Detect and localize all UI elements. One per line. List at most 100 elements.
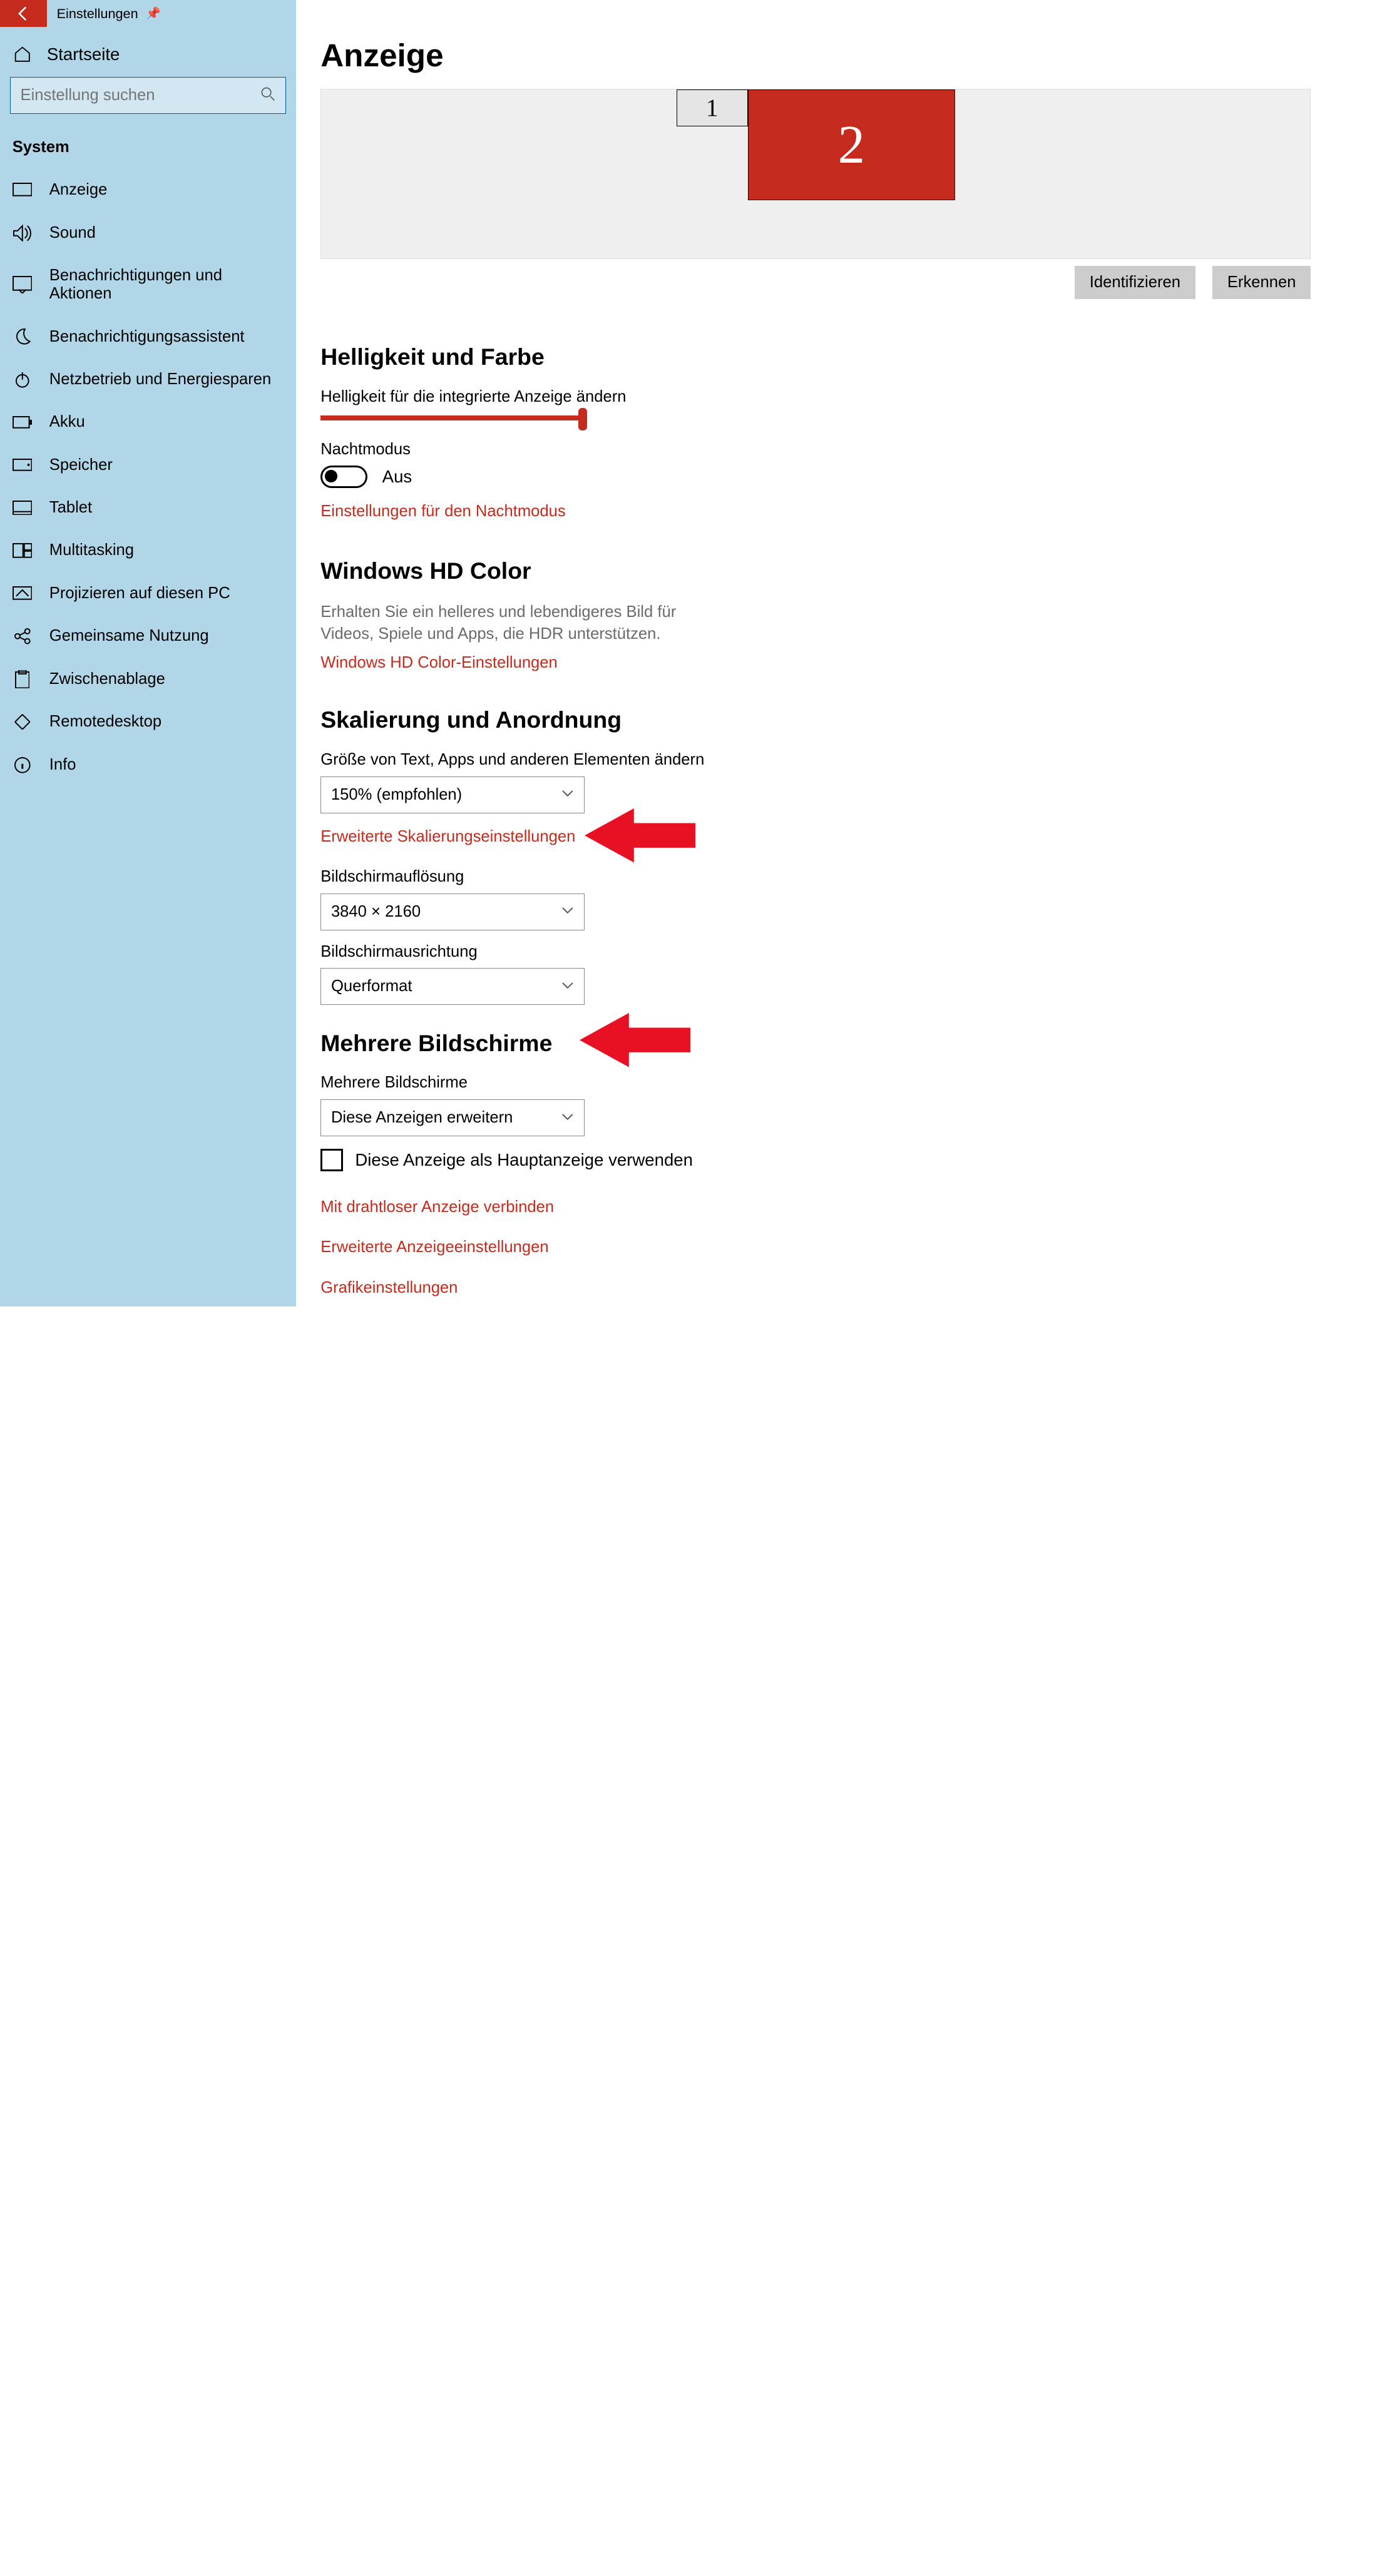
sidebar-item-label: Sound [49,224,96,242]
night-mode-toggle[interactable] [320,466,367,487]
sidebar-item-label: Remotedesktop [49,713,161,731]
titlebar: Einstellungen 📌 [0,0,296,27]
sidebar-item-tablet[interactable]: Tablet [0,486,296,529]
power-icon [13,371,33,389]
pin-icon[interactable]: 📌 [145,6,161,21]
home-label: Startseite [47,44,120,64]
resolution-dropdown[interactable]: 3840 × 2160 [320,893,585,930]
search-icon [260,86,277,107]
resolution-label: Bildschirmauflösung [320,868,1391,886]
sidebar-nav: Anzeige Sound Benachrichtigungen und Akt… [0,169,296,787]
main-display-checkbox-row[interactable]: Diese Anzeige als Hauptanzeige verwenden [320,1149,1391,1171]
sidebar-item-label: Projizieren auf diesen PC [49,584,230,603]
main-display-check-label: Diese Anzeige als Hauptanzeige verwenden [355,1150,693,1170]
section-multi: Mehrere Bildschirme [320,1030,1391,1057]
back-button[interactable] [0,0,47,27]
storage-icon [13,459,33,471]
multitasking-icon [13,543,33,558]
sidebar-item-focus-assist[interactable]: Benachrichtigungsassistent [0,315,296,358]
scale-size-value: 150% (empfohlen) [331,786,462,804]
window-title: Einstellungen 📌 [47,0,161,27]
display-icon [13,183,33,198]
graphics-settings-link[interactable]: Grafikeinstellungen [320,1279,1391,1297]
sidebar: Einstellungen 📌 Startseite System Anzeig… [0,0,296,1306]
sidebar-item-clipboard[interactable]: Zwischenablage [0,658,296,701]
detect-button[interactable]: Erkennen [1212,266,1311,299]
sidebar-item-remote[interactable]: Remotedesktop [0,701,296,743]
remote-icon [13,713,33,731]
display-arrangement[interactable]: 1 2 [320,89,1311,259]
tablet-icon [13,501,33,516]
app-name: Einstellungen [57,6,138,22]
scale-size-label: Größe von Text, Apps und anderen Element… [320,751,1391,769]
sidebar-item-shared[interactable]: Gemeinsame Nutzung [0,615,296,658]
sidebar-item-label: Info [49,756,76,774]
notifications-icon [13,276,33,293]
chevron-down-icon [561,903,574,921]
section-brightness: Helligkeit und Farbe [320,344,1391,370]
hdcolor-link[interactable]: Windows HD Color-Einstellungen [320,654,558,672]
sidebar-item-anzeige[interactable]: Anzeige [0,169,296,211]
arrange-buttons: Identifizieren Erkennen [320,266,1311,299]
multi-dropdown[interactable]: Diese Anzeigen erweitern [320,1099,585,1136]
sidebar-item-label: Anzeige [49,181,108,199]
arrow-left-icon [15,5,33,23]
sidebar-item-akku[interactable]: Akku [0,401,296,444]
chevron-down-icon [561,977,574,995]
moon-icon [13,328,33,345]
hdcolor-desc: Erhalten Sie ein helleres und lebendiger… [320,601,727,644]
sidebar-item-home[interactable]: Startseite [0,27,296,76]
project-icon [13,586,33,601]
sidebar-item-label: Netzbetrieb und Energiesparen [49,370,272,389]
orientation-dropdown[interactable]: Querformat [320,968,585,1005]
section-hdcolor: Windows HD Color [320,557,1391,584]
monitor-tile-2[interactable]: 2 [748,89,955,200]
page-title: Anzeige [320,37,1391,74]
scale-size-dropdown[interactable]: 150% (empfohlen) [320,776,585,813]
main-display-checkbox[interactable] [320,1149,342,1171]
slider-thumb[interactable] [578,408,587,430]
sidebar-item-benachrichtigungen[interactable]: Benachrichtigungen und Aktionen [0,255,296,315]
multi-value: Diese Anzeigen erweitern [331,1109,513,1127]
sidebar-item-label: Speicher [49,456,113,474]
sidebar-item-label: Benachrichtigungsassistent [49,328,245,346]
brightness-slider-label: Helligkeit für die integrierte Anzeige ä… [320,388,1391,406]
sidebar-item-label: Multitasking [49,541,134,559]
sidebar-item-label: Gemeinsame Nutzung [49,627,209,645]
orientation-value: Querformat [331,977,412,995]
search-input[interactable] [10,77,286,114]
sidebar-item-project[interactable]: Projizieren auf diesen PC [0,572,296,614]
sidebar-item-power[interactable]: Netzbetrieb und Energiesparen [0,358,296,400]
home-icon [13,45,33,64]
night-mode-state: Aus [382,467,412,487]
clipboard-icon [13,670,33,689]
advanced-scaling-link[interactable]: Erweiterte Skalierungseinstellungen [320,828,575,846]
sidebar-item-sound[interactable]: Sound [0,211,296,254]
identify-button[interactable]: Identifizieren [1075,266,1195,299]
multi-label: Mehrere Bildschirme [320,1074,1391,1092]
sidebar-item-label: Akku [49,413,85,431]
orientation-label: Bildschirmausrichtung [320,943,1391,961]
section-scaling: Skalierung und Anordnung [320,706,1391,733]
chevron-down-icon [561,786,574,804]
brightness-slider[interactable] [320,415,582,420]
wireless-display-link[interactable]: Mit drahtloser Anzeige verbinden [320,1198,1391,1216]
chevron-down-icon [561,1109,574,1127]
info-icon [13,756,33,774]
advanced-display-link[interactable]: Erweiterte Anzeigeeinstellungen [320,1238,1391,1256]
night-mode-settings-link[interactable]: Einstellungen für den Nachtmodus [320,502,566,521]
sound-icon [13,225,33,242]
monitor-tile-1[interactable]: 1 [677,89,748,126]
main-content: Anzeige 1 2 Identifizieren Erkennen Hell… [296,0,1391,1306]
sidebar-item-label: Tablet [49,499,92,517]
resolution-value: 3840 × 2160 [331,903,421,921]
share-icon [13,628,33,645]
sidebar-item-info[interactable]: Info [0,743,296,786]
toggle-knob [325,470,337,482]
sidebar-item-label: Zwischenablage [49,670,165,688]
multi-links: Mit drahtloser Anzeige verbinden Erweite… [320,1198,1391,1297]
sidebar-item-storage[interactable]: Speicher [0,444,296,486]
sidebar-item-multitasking[interactable]: Multitasking [0,529,296,572]
search-wrap [0,77,296,124]
battery-icon [13,416,33,429]
